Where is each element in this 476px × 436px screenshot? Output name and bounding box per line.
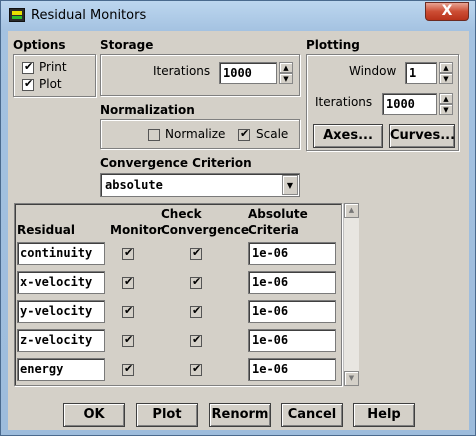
normalize-label: Normalize (165, 127, 226, 141)
col-criteria-header: Criteria (248, 223, 299, 237)
check-convergence-checkbox[interactable] (190, 333, 202, 347)
spin-down-icon[interactable] (279, 73, 293, 84)
spin-up-icon[interactable] (439, 93, 453, 104)
curves-button[interactable]: Curves... (389, 124, 455, 148)
col-check-header: Check (161, 207, 202, 221)
window-input[interactable]: 1 (405, 62, 437, 84)
convergence-criterion-select[interactable]: absolute (100, 173, 300, 197)
renorm-button[interactable]: Renorm (209, 403, 271, 427)
help-button[interactable]: Help (353, 403, 415, 427)
title-bar[interactable]: Residual Monitors X (1, 1, 476, 31)
close-icon: X (441, 3, 453, 19)
window-label: Window (349, 64, 397, 78)
plotting-iterations-input[interactable]: 1000 (382, 93, 437, 115)
residual-name[interactable]: z-velocity (17, 329, 105, 352)
col-convergence-header: Convergence (161, 223, 249, 237)
print-checkbox[interactable] (22, 60, 34, 74)
window-title: Residual Monitors (31, 8, 147, 23)
storage-iterations-input[interactable]: 1000 (219, 62, 277, 84)
scroll-up-icon[interactable] (344, 203, 359, 218)
convergence-criterion-value: absolute (105, 178, 163, 192)
print-label: Print (39, 60, 67, 74)
check-convergence-checkbox[interactable] (190, 275, 202, 289)
col-monitor-header: Monitor (110, 223, 163, 237)
ok-button[interactable]: OK (63, 403, 125, 427)
absolute-criteria-input[interactable]: 1e-06 (248, 242, 336, 265)
normalization-heading: Normalization (100, 103, 195, 117)
storage-heading: Storage (100, 38, 154, 52)
residual-monitors-window: Residual Monitors X Options Print Plot S… (0, 0, 476, 436)
residuals-panel: Residual Monitor Check Convergence Absol… (14, 203, 342, 386)
convergence-heading: Convergence Criterion (100, 156, 252, 170)
plotting-iterations-label: Iterations (315, 95, 373, 109)
col-absolute-header: Absolute (248, 207, 308, 221)
normalization-group: Normalize Scale (100, 119, 300, 149)
cancel-button[interactable]: Cancel (281, 403, 343, 427)
scroll-down-icon[interactable] (344, 371, 359, 386)
absolute-criteria-input[interactable]: 1e-06 (248, 271, 336, 294)
absolute-criteria-input[interactable]: 1e-06 (248, 300, 336, 323)
check-convergence-checkbox[interactable] (190, 246, 202, 260)
storage-iterations-spinner[interactable] (279, 62, 293, 84)
absolute-criteria-input[interactable]: 1e-06 (248, 329, 336, 352)
scale-checkbox[interactable] (238, 127, 250, 141)
chevron-down-icon[interactable] (282, 175, 298, 195)
plot-button[interactable]: Plot (136, 403, 198, 427)
absolute-criteria-input[interactable]: 1e-06 (248, 358, 336, 381)
dialog-body: Options Print Plot Storage Iterations 10… (8, 31, 469, 430)
normalize-checkbox[interactable] (148, 129, 160, 141)
storage-iterations-label: Iterations (153, 64, 211, 78)
plotting-iterations-spinner[interactable] (439, 93, 453, 115)
options-group: Print Plot (13, 54, 96, 97)
storage-group: Iterations 1000 (100, 54, 300, 96)
check-convergence-checkbox[interactable] (190, 362, 202, 376)
monitor-checkbox[interactable] (122, 246, 134, 260)
residual-name[interactable]: y-velocity (17, 300, 105, 323)
app-icon (9, 8, 25, 22)
scale-label: Scale (256, 127, 289, 141)
residuals-scrollbar[interactable] (343, 203, 359, 386)
check-convergence-checkbox[interactable] (190, 304, 202, 318)
spin-down-icon[interactable] (439, 104, 453, 115)
options-heading: Options (13, 38, 66, 52)
monitor-checkbox[interactable] (122, 304, 134, 318)
monitor-checkbox[interactable] (122, 362, 134, 376)
axes-button[interactable]: Axes... (313, 124, 383, 148)
monitor-checkbox[interactable] (122, 275, 134, 289)
residual-name[interactable]: x-velocity (17, 271, 105, 294)
close-button[interactable]: X (425, 2, 469, 21)
col-residual-header: Residual (17, 223, 75, 237)
residual-name[interactable]: energy (17, 358, 105, 381)
plotting-group: Window 1 Iterations 1000 Axes... Curves.… (306, 54, 459, 151)
monitor-checkbox[interactable] (122, 333, 134, 347)
plotting-heading: Plotting (306, 38, 360, 52)
spin-up-icon[interactable] (439, 62, 453, 73)
window-spinner[interactable] (439, 62, 453, 84)
spin-down-icon[interactable] (439, 73, 453, 84)
residual-name[interactable]: continuity (17, 242, 105, 265)
plot-checkbox[interactable] (22, 77, 34, 91)
spin-up-icon[interactable] (279, 62, 293, 73)
plot-label: Plot (39, 77, 62, 91)
